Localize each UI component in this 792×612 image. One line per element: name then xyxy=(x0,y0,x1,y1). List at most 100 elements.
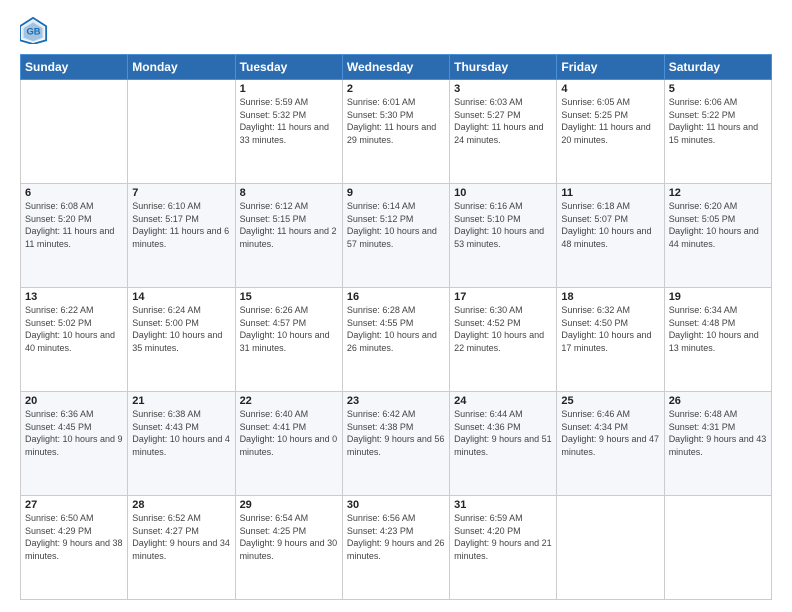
day-header-saturday: Saturday xyxy=(664,55,771,80)
day-info: Sunrise: 6:56 AMSunset: 4:23 PMDaylight:… xyxy=(347,512,445,562)
day-number: 25 xyxy=(561,395,659,407)
day-number: 16 xyxy=(347,291,445,303)
calendar-cell: 26Sunrise: 6:48 AMSunset: 4:31 PMDayligh… xyxy=(664,392,771,496)
day-header-thursday: Thursday xyxy=(450,55,557,80)
calendar-cell: 19Sunrise: 6:34 AMSunset: 4:48 PMDayligh… xyxy=(664,288,771,392)
day-number: 3 xyxy=(454,83,552,95)
day-info: Sunrise: 6:06 AMSunset: 5:22 PMDaylight:… xyxy=(669,96,767,146)
day-number: 5 xyxy=(669,83,767,95)
calendar-cell: 27Sunrise: 6:50 AMSunset: 4:29 PMDayligh… xyxy=(21,496,128,600)
day-info: Sunrise: 6:42 AMSunset: 4:38 PMDaylight:… xyxy=(347,408,445,458)
day-number: 18 xyxy=(561,291,659,303)
calendar-cell: 16Sunrise: 6:28 AMSunset: 4:55 PMDayligh… xyxy=(342,288,449,392)
day-number: 15 xyxy=(240,291,338,303)
day-info: Sunrise: 6:24 AMSunset: 5:00 PMDaylight:… xyxy=(132,304,230,354)
calendar-cell: 10Sunrise: 6:16 AMSunset: 5:10 PMDayligh… xyxy=(450,184,557,288)
calendar-cell: 12Sunrise: 6:20 AMSunset: 5:05 PMDayligh… xyxy=(664,184,771,288)
calendar-cell: 17Sunrise: 6:30 AMSunset: 4:52 PMDayligh… xyxy=(450,288,557,392)
calendar-cell xyxy=(128,80,235,184)
day-info: Sunrise: 6:52 AMSunset: 4:27 PMDaylight:… xyxy=(132,512,230,562)
day-info: Sunrise: 6:14 AMSunset: 5:12 PMDaylight:… xyxy=(347,200,445,250)
calendar-week-5: 27Sunrise: 6:50 AMSunset: 4:29 PMDayligh… xyxy=(21,496,772,600)
day-info: Sunrise: 6:54 AMSunset: 4:25 PMDaylight:… xyxy=(240,512,338,562)
logo: GB xyxy=(20,16,52,44)
calendar-cell: 25Sunrise: 6:46 AMSunset: 4:34 PMDayligh… xyxy=(557,392,664,496)
calendar-week-4: 20Sunrise: 6:36 AMSunset: 4:45 PMDayligh… xyxy=(21,392,772,496)
calendar-table: SundayMondayTuesdayWednesdayThursdayFrid… xyxy=(20,54,772,600)
day-number: 20 xyxy=(25,395,123,407)
day-number: 8 xyxy=(240,187,338,199)
day-number: 29 xyxy=(240,499,338,511)
header: GB xyxy=(20,16,772,44)
page: GB SundayMondayTuesdayWednesdayThursdayF… xyxy=(0,0,792,612)
calendar-cell: 29Sunrise: 6:54 AMSunset: 4:25 PMDayligh… xyxy=(235,496,342,600)
calendar-cell: 28Sunrise: 6:52 AMSunset: 4:27 PMDayligh… xyxy=(128,496,235,600)
day-info: Sunrise: 6:05 AMSunset: 5:25 PMDaylight:… xyxy=(561,96,659,146)
day-info: Sunrise: 6:22 AMSunset: 5:02 PMDaylight:… xyxy=(25,304,123,354)
day-info: Sunrise: 6:50 AMSunset: 4:29 PMDaylight:… xyxy=(25,512,123,562)
svg-text:GB: GB xyxy=(27,27,41,37)
day-number: 1 xyxy=(240,83,338,95)
day-info: Sunrise: 6:10 AMSunset: 5:17 PMDaylight:… xyxy=(132,200,230,250)
day-info: Sunrise: 6:12 AMSunset: 5:15 PMDaylight:… xyxy=(240,200,338,250)
calendar-cell: 2Sunrise: 6:01 AMSunset: 5:30 PMDaylight… xyxy=(342,80,449,184)
day-number: 2 xyxy=(347,83,445,95)
day-info: Sunrise: 6:26 AMSunset: 4:57 PMDaylight:… xyxy=(240,304,338,354)
day-number: 26 xyxy=(669,395,767,407)
day-info: Sunrise: 6:18 AMSunset: 5:07 PMDaylight:… xyxy=(561,200,659,250)
calendar-cell: 30Sunrise: 6:56 AMSunset: 4:23 PMDayligh… xyxy=(342,496,449,600)
day-number: 11 xyxy=(561,187,659,199)
calendar-cell: 18Sunrise: 6:32 AMSunset: 4:50 PMDayligh… xyxy=(557,288,664,392)
day-number: 12 xyxy=(669,187,767,199)
day-header-sunday: Sunday xyxy=(21,55,128,80)
day-number: 31 xyxy=(454,499,552,511)
logo-icon: GB xyxy=(20,16,48,44)
day-number: 19 xyxy=(669,291,767,303)
calendar-cell: 22Sunrise: 6:40 AMSunset: 4:41 PMDayligh… xyxy=(235,392,342,496)
day-info: Sunrise: 6:40 AMSunset: 4:41 PMDaylight:… xyxy=(240,408,338,458)
day-info: Sunrise: 6:28 AMSunset: 4:55 PMDaylight:… xyxy=(347,304,445,354)
day-info: Sunrise: 6:30 AMSunset: 4:52 PMDaylight:… xyxy=(454,304,552,354)
day-number: 28 xyxy=(132,499,230,511)
day-info: Sunrise: 5:59 AMSunset: 5:32 PMDaylight:… xyxy=(240,96,338,146)
day-info: Sunrise: 6:32 AMSunset: 4:50 PMDaylight:… xyxy=(561,304,659,354)
day-number: 10 xyxy=(454,187,552,199)
calendar-cell xyxy=(21,80,128,184)
day-number: 23 xyxy=(347,395,445,407)
day-info: Sunrise: 6:03 AMSunset: 5:27 PMDaylight:… xyxy=(454,96,552,146)
calendar-week-3: 13Sunrise: 6:22 AMSunset: 5:02 PMDayligh… xyxy=(21,288,772,392)
calendar-cell: 23Sunrise: 6:42 AMSunset: 4:38 PMDayligh… xyxy=(342,392,449,496)
day-header-tuesday: Tuesday xyxy=(235,55,342,80)
day-info: Sunrise: 6:08 AMSunset: 5:20 PMDaylight:… xyxy=(25,200,123,250)
day-number: 21 xyxy=(132,395,230,407)
calendar-cell: 6Sunrise: 6:08 AMSunset: 5:20 PMDaylight… xyxy=(21,184,128,288)
day-info: Sunrise: 6:46 AMSunset: 4:34 PMDaylight:… xyxy=(561,408,659,458)
calendar-cell: 9Sunrise: 6:14 AMSunset: 5:12 PMDaylight… xyxy=(342,184,449,288)
day-info: Sunrise: 6:59 AMSunset: 4:20 PMDaylight:… xyxy=(454,512,552,562)
day-header-wednesday: Wednesday xyxy=(342,55,449,80)
calendar-cell: 11Sunrise: 6:18 AMSunset: 5:07 PMDayligh… xyxy=(557,184,664,288)
day-number: 24 xyxy=(454,395,552,407)
day-info: Sunrise: 6:48 AMSunset: 4:31 PMDaylight:… xyxy=(669,408,767,458)
day-number: 6 xyxy=(25,187,123,199)
calendar-week-2: 6Sunrise: 6:08 AMSunset: 5:20 PMDaylight… xyxy=(21,184,772,288)
day-number: 9 xyxy=(347,187,445,199)
calendar-cell: 4Sunrise: 6:05 AMSunset: 5:25 PMDaylight… xyxy=(557,80,664,184)
calendar-cell xyxy=(664,496,771,600)
day-info: Sunrise: 6:16 AMSunset: 5:10 PMDaylight:… xyxy=(454,200,552,250)
day-number: 13 xyxy=(25,291,123,303)
calendar-cell: 3Sunrise: 6:03 AMSunset: 5:27 PMDaylight… xyxy=(450,80,557,184)
day-number: 30 xyxy=(347,499,445,511)
day-number: 17 xyxy=(454,291,552,303)
day-number: 27 xyxy=(25,499,123,511)
day-number: 7 xyxy=(132,187,230,199)
calendar-cell: 1Sunrise: 5:59 AMSunset: 5:32 PMDaylight… xyxy=(235,80,342,184)
day-number: 4 xyxy=(561,83,659,95)
calendar-header-row: SundayMondayTuesdayWednesdayThursdayFrid… xyxy=(21,55,772,80)
calendar-cell: 13Sunrise: 6:22 AMSunset: 5:02 PMDayligh… xyxy=(21,288,128,392)
day-number: 14 xyxy=(132,291,230,303)
calendar-cell xyxy=(557,496,664,600)
calendar-cell: 31Sunrise: 6:59 AMSunset: 4:20 PMDayligh… xyxy=(450,496,557,600)
day-info: Sunrise: 6:34 AMSunset: 4:48 PMDaylight:… xyxy=(669,304,767,354)
day-info: Sunrise: 6:38 AMSunset: 4:43 PMDaylight:… xyxy=(132,408,230,458)
